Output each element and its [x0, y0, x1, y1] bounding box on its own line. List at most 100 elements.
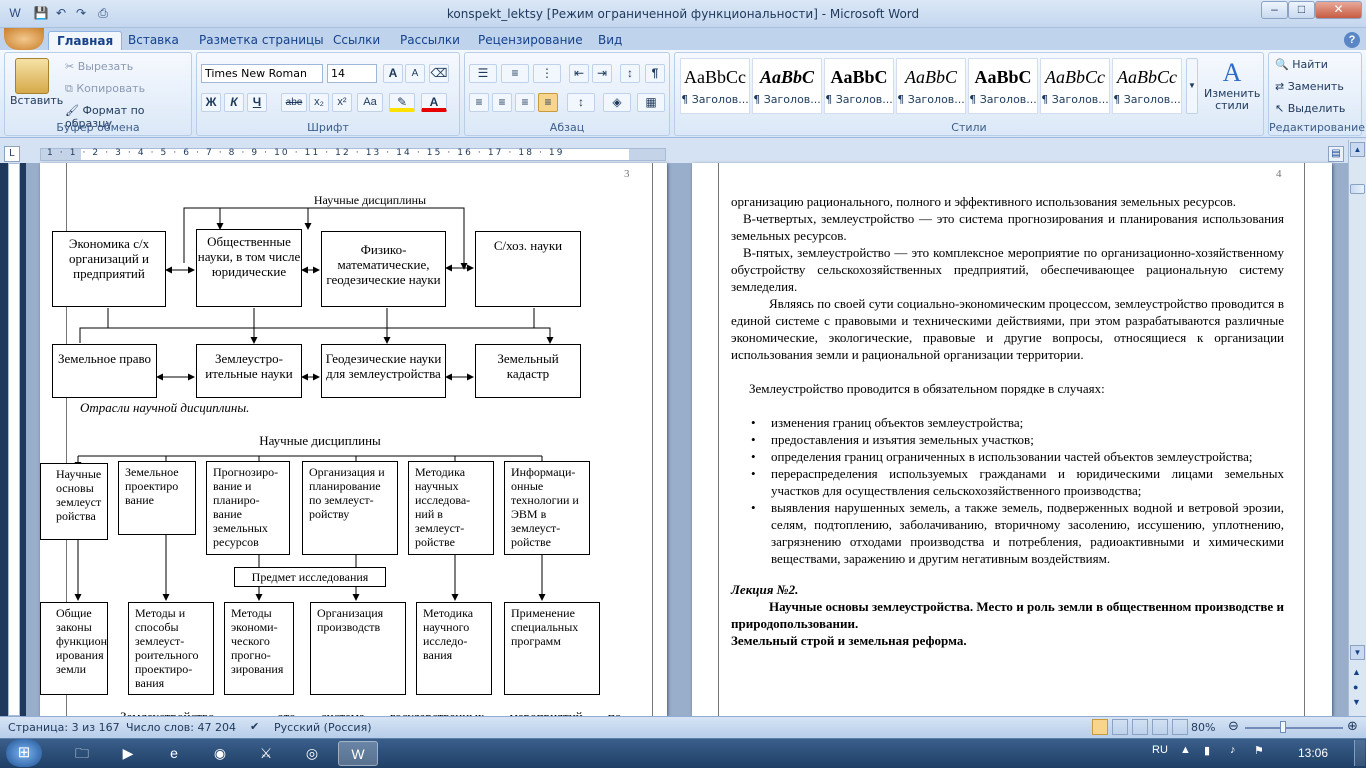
italic-button[interactable]: К — [224, 93, 244, 112]
proofing-icon[interactable]: ✔ — [250, 720, 259, 733]
multilevel-list-icon[interactable]: ⋮ — [533, 64, 561, 83]
tab-insert[interactable]: Вставка — [120, 31, 187, 50]
tab-selector-button[interactable]: L — [4, 146, 20, 162]
network-icon[interactable]: ▮ — [1204, 744, 1210, 757]
word-taskbar-icon[interactable]: W — [338, 741, 378, 766]
page-4[interactable]: 4 организацию рационального, полного и э… — [692, 163, 1332, 716]
zoom-in-icon[interactable]: ⊕ — [1347, 719, 1358, 734]
tab-references[interactable]: Ссылки — [325, 31, 388, 50]
print-layout-icon[interactable] — [1092, 719, 1108, 735]
cut-button[interactable]: ✂ Вырезать — [65, 60, 133, 73]
maximize-button[interactable]: □ — [1288, 1, 1315, 19]
style-tile[interactable]: AaBbCc ¶ Заголов... — [1112, 58, 1182, 114]
word-count[interactable]: Число слов: 47 204 — [126, 721, 236, 734]
find-button[interactable]: 🔍 Найти — [1275, 58, 1328, 71]
replace-button[interactable]: ⇄ Заменить — [1275, 80, 1344, 93]
zoom-slider-thumb[interactable] — [1280, 721, 1286, 733]
vertical-ruler[interactable] — [8, 163, 20, 716]
scroll-down-icon[interactable]: ▼ — [1350, 645, 1365, 660]
paste-icon[interactable] — [15, 58, 49, 94]
page-indicator[interactable]: Страница: 3 из 167 — [8, 721, 120, 734]
style-tile[interactable]: AaBbCc ¶ Заголов... — [1040, 58, 1110, 114]
bullets-icon[interactable]: ☰ — [469, 64, 497, 83]
close-button[interactable]: ✕ — [1315, 1, 1362, 19]
change-case-button[interactable]: Aa — [357, 93, 383, 112]
web-layout-icon[interactable] — [1132, 719, 1148, 735]
borders-icon[interactable]: ▦ — [637, 93, 665, 112]
help-icon[interactable]: ? — [1344, 32, 1360, 48]
align-center-icon[interactable]: ≡ — [492, 93, 512, 112]
language-indicator[interactable]: Русский (Россия) — [274, 721, 372, 734]
tab-mailings[interactable]: Рассылки — [392, 31, 468, 50]
underline-button[interactable]: Ч — [247, 93, 267, 112]
scroll-up-icon[interactable]: ▲ — [1350, 142, 1365, 157]
styles-scroll-icon[interactable]: ▼ — [1186, 58, 1198, 114]
grow-font-button[interactable]: A — [383, 64, 403, 83]
clear-format-icon[interactable]: ⌫ — [429, 64, 449, 83]
tab-review[interactable]: Рецензирование — [470, 31, 591, 50]
chrome-icon[interactable]: ◎ — [292, 741, 332, 766]
outline-icon[interactable] — [1152, 719, 1168, 735]
draft-icon[interactable] — [1172, 719, 1188, 735]
tab-page-layout[interactable]: Разметка страницы — [191, 31, 332, 50]
tab-home[interactable]: Главная — [48, 31, 123, 50]
style-tile[interactable]: AaBbC ¶ Заголов... — [896, 58, 966, 114]
style-tile[interactable]: AaBbCc ¶ Заголов... — [680, 58, 750, 114]
sort-icon[interactable]: ↕ — [620, 64, 640, 83]
clock[interactable]: 13:06 — [1298, 746, 1328, 760]
scroll-thumb[interactable] — [1350, 184, 1365, 194]
zoom-slider[interactable] — [1245, 727, 1343, 729]
input-language[interactable]: RU — [1152, 744, 1168, 756]
diagram2-bottom-box: Методы экономи-ческого прогно-зирования — [224, 602, 294, 695]
tab-view[interactable]: Вид — [590, 31, 630, 50]
bold-button[interactable]: Ж — [201, 93, 221, 112]
show-marks-button[interactable]: ¶ — [645, 64, 665, 83]
highlight-icon[interactable]: ✎ — [389, 93, 415, 112]
style-tile[interactable]: AaBbC ¶ Заголов... — [752, 58, 822, 114]
office-button[interactable] — [4, 28, 44, 50]
font-color-icon[interactable]: A — [421, 93, 447, 112]
paste-button[interactable]: Вставить — [10, 94, 63, 107]
horizontal-ruler[interactable]: 1 · 1 · 2 · 3 · 4 · 5 · 6 · 7 · 8 · 9 · … — [40, 148, 666, 161]
select-button[interactable]: ↖ Выделить — [1275, 102, 1345, 115]
start-button[interactable]: ⊞ — [6, 739, 42, 767]
shrink-font-button[interactable]: A — [405, 64, 425, 83]
shading-icon[interactable]: ◈ — [603, 93, 631, 112]
line-spacing-icon[interactable]: ↕ — [567, 93, 595, 112]
app-icon[interactable]: ⚔ — [246, 741, 286, 766]
firefox-icon[interactable]: ◉ — [200, 741, 240, 766]
font-name-combo[interactable]: Times New Roman — [201, 64, 323, 83]
vertical-scrollbar[interactable]: ▲ ▼ ▲ ● ▼ — [1348, 140, 1366, 716]
full-screen-icon[interactable] — [1112, 719, 1128, 735]
numbering-icon[interactable]: ≡ — [501, 64, 529, 83]
increase-indent-icon[interactable]: ⇥ — [592, 64, 612, 83]
clipboard-group-label: Буфер обмена — [56, 121, 140, 134]
style-tile[interactable]: AaBbC ¶ Заголов... — [968, 58, 1038, 114]
strikethrough-button[interactable]: abe — [281, 93, 307, 112]
align-left-icon[interactable]: ≡ — [469, 93, 489, 112]
decrease-indent-icon[interactable]: ⇤ — [569, 64, 589, 83]
zoom-out-icon[interactable]: ⊖ — [1228, 719, 1239, 734]
prev-page-icon[interactable]: ▲ — [1352, 667, 1361, 677]
minimize-button[interactable]: – — [1261, 1, 1288, 19]
zoom-level[interactable]: 80% — [1191, 721, 1215, 734]
font-size-combo[interactable]: 14 — [327, 64, 377, 83]
media-player-icon[interactable]: ▶ — [108, 741, 148, 766]
align-right-icon[interactable]: ≡ — [515, 93, 535, 112]
next-page-icon[interactable]: ▼ — [1352, 697, 1361, 707]
show-desktop-button[interactable] — [1354, 740, 1365, 766]
style-tile[interactable]: AaBbC ¶ Заголов... — [824, 58, 894, 114]
flag-icon[interactable]: ⚑ — [1254, 744, 1264, 757]
justify-icon[interactable]: ≡ — [538, 93, 558, 112]
explorer-icon[interactable]: 🗀 — [62, 741, 102, 766]
page-3[interactable]: 3 Научные дисциплины Экономика с/х орган… — [40, 163, 667, 716]
copy-button[interactable]: ⧉ Копировать — [65, 82, 145, 96]
browse-object-icon[interactable]: ● — [1353, 682, 1358, 692]
subscript-button[interactable]: x₂ — [309, 93, 329, 112]
superscript-button[interactable]: x² — [332, 93, 352, 112]
ie-icon[interactable]: e — [154, 741, 194, 766]
view-ruler-icon[interactable]: ▤ — [1328, 146, 1344, 162]
volume-icon[interactable]: ♪ — [1230, 744, 1236, 756]
change-styles-button[interactable]: A Изменить стили — [1204, 58, 1260, 118]
tray-arrow-icon[interactable]: ▲ — [1180, 744, 1191, 756]
